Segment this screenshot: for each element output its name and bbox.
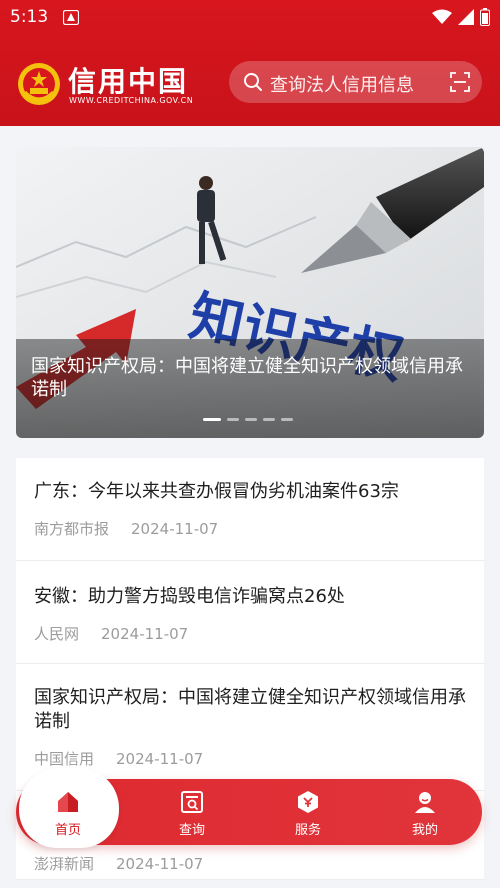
status-bar: 5:13	[0, 0, 500, 34]
news-meta: 澎湃新闻 2024-11-07	[34, 853, 466, 874]
news-meta: 南方都市报 2024-11-07	[34, 518, 466, 539]
brand-url: WWW.CREDITCHINA.GOV.CN	[69, 96, 194, 105]
news-item[interactable]: 广东：今年以来共查办假冒伪劣机油案件63宗 南方都市报 2024-11-07	[16, 458, 484, 561]
news-date: 2024-11-07	[101, 625, 189, 643]
nav-query-label: 查询	[178, 823, 205, 838]
news-meta: 人民网 2024-11-07	[34, 623, 466, 644]
nav-query[interactable]: 查询	[162, 790, 222, 838]
banner-caption: 国家知识产权局：中国将建立健全知识产权领域信用承诺制	[31, 356, 463, 400]
nav-mine[interactable]: 我的	[395, 790, 455, 838]
news-meta: 中国信用 2024-11-07	[34, 748, 466, 769]
battery-icon	[480, 8, 490, 26]
nav-service[interactable]: 服务	[278, 790, 338, 838]
news-title: 国家知识产权局：中国将建立健全知识产权领域信用承诺制	[34, 687, 466, 732]
news-source: 南方都市报	[34, 520, 110, 538]
news-source: 澎湃新闻	[34, 855, 95, 873]
news-title: 广东：今年以来共查办假冒伪劣机油案件63宗	[34, 481, 399, 502]
search-placeholder: 查询法人信用信息	[270, 75, 414, 96]
carousel-indicator	[203, 418, 293, 421]
news-item[interactable]: 安徽：助力警方捣毁电信诈骗窝点26处 人民网 2024-11-07	[16, 561, 484, 664]
banner-carousel[interactable]: 知识产权 国家知识产权局：中国将建立健全知识产权领域信用承诺制	[16, 147, 484, 438]
search-icon	[244, 73, 262, 91]
carousel-dot[interactable]	[203, 418, 221, 421]
status-icons	[432, 8, 490, 26]
nav-mine-label: 我的	[411, 823, 438, 838]
nav-home-label: 首页	[54, 823, 81, 838]
scan-icon[interactable]	[450, 72, 470, 92]
carousel-dot[interactable]	[281, 418, 293, 421]
query-icon	[181, 791, 203, 813]
carousel-dot[interactable]	[263, 418, 275, 421]
news-date: 2024-11-07	[131, 520, 219, 538]
news-source: 中国信用	[34, 750, 95, 768]
signal-icon	[458, 9, 474, 25]
app-header: 5:13 信用中国 WWW.CREDITCHINA.GOV.CN 查询法人信用信…	[0, 0, 500, 126]
nav-home[interactable]: 首页	[38, 790, 98, 838]
status-time: 5:13	[10, 7, 49, 27]
home-icon	[58, 792, 78, 812]
news-date: 2024-11-07	[116, 750, 204, 768]
service-icon	[298, 791, 318, 813]
news-title: 安徽：助力警方捣毁电信诈骗窝点26处	[34, 586, 345, 607]
national-emblem-logo	[18, 63, 60, 105]
profile-icon	[415, 792, 435, 813]
wifi-icon	[432, 9, 452, 24]
carousel-dot[interactable]	[227, 418, 239, 421]
brand-title: 信用中国	[68, 65, 189, 98]
nav-service-label: 服务	[294, 823, 321, 838]
search-bar[interactable]: 查询法人信用信息	[229, 61, 482, 103]
news-date: 2024-11-07	[116, 855, 204, 873]
carousel-dot[interactable]	[245, 418, 257, 421]
news-source: 人民网	[34, 625, 80, 643]
notification-icon	[63, 10, 79, 25]
